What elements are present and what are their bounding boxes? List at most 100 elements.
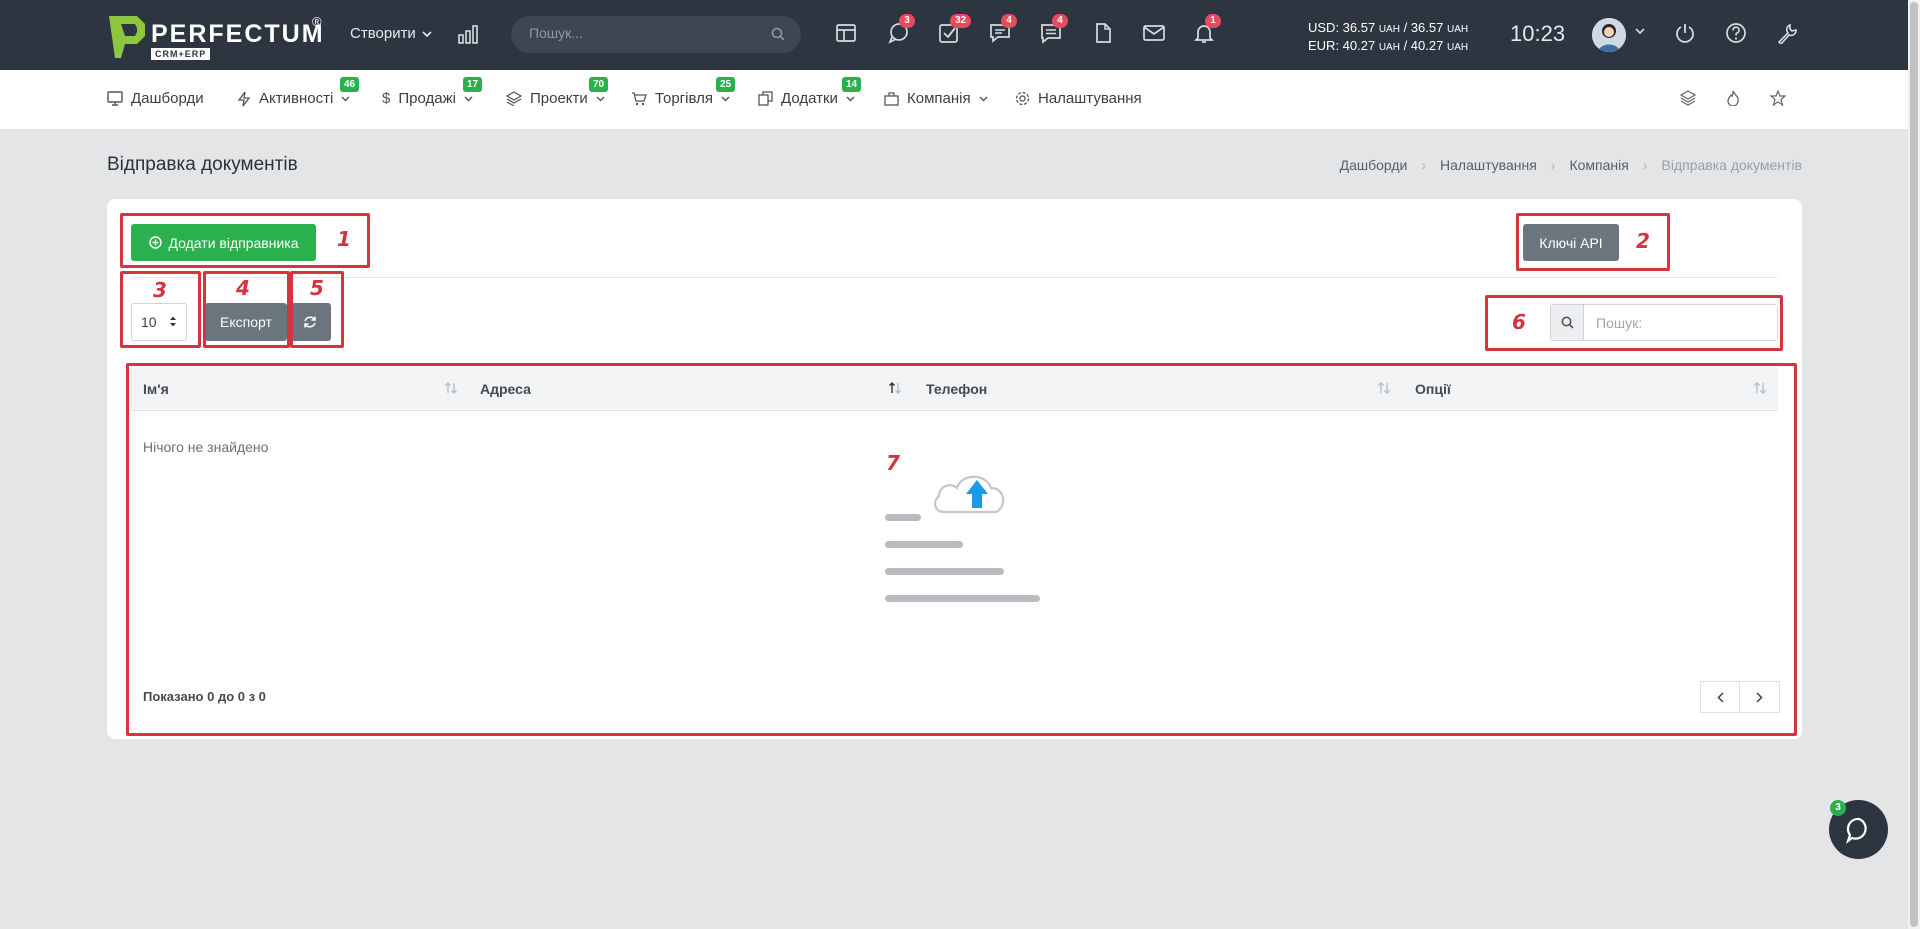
chevron-down-icon	[341, 96, 350, 101]
wrench-icon[interactable]	[1776, 22, 1802, 48]
page-scrollbar[interactable]	[1908, 0, 1920, 929]
avatar[interactable]	[1592, 18, 1626, 52]
content-card: Додати відправника Ключі API 10 Експорт …	[107, 199, 1802, 739]
breadcrumb-settings[interactable]: Налаштування	[1440, 157, 1537, 173]
breadcrumb-dashboards[interactable]: Дашборди	[1340, 157, 1408, 173]
breadcrumb: Дашборди › Налаштування › Компанія › Від…	[1340, 157, 1802, 173]
api-keys-button[interactable]: Ключі API	[1523, 224, 1619, 261]
breadcrumb-separator: ›	[1421, 157, 1427, 173]
column-phone[interactable]: Телефон	[926, 381, 987, 397]
logo-subtitle: CRM+ERP	[151, 48, 211, 60]
avatar-chevron-icon[interactable]	[1635, 28, 1645, 34]
breadcrumb-company[interactable]: Компанія	[1569, 157, 1628, 173]
chevron-down-icon	[596, 96, 605, 101]
column-address[interactable]: Адреса	[480, 381, 531, 397]
page-title: Відправка документів	[107, 154, 298, 175]
plus-circle-icon	[148, 236, 162, 249]
messages-badge: 4	[1001, 14, 1017, 28]
sort-arrows-icon	[170, 316, 176, 327]
sort-asc-icon[interactable]	[888, 382, 902, 394]
breadcrumb-current: Відправка документів	[1661, 157, 1803, 173]
prev-page-button[interactable]	[1700, 681, 1740, 713]
logo-registered: ®	[312, 14, 322, 29]
star-icon[interactable]	[1770, 90, 1786, 106]
nav-badge-sales: 17	[463, 77, 483, 92]
refresh-icon	[304, 316, 316, 328]
nav-badge-trade: 25	[716, 77, 736, 92]
nav-item-projects[interactable]: Проекти 70	[506, 77, 609, 107]
comments-icon[interactable]: 4	[1040, 14, 1068, 48]
annotation-number-2: 2	[1636, 229, 1650, 253]
sort-icon[interactable]	[1377, 382, 1391, 394]
nav-item-company[interactable]: Компанія	[884, 90, 988, 107]
layers-icon	[506, 91, 522, 106]
cloud-upload-icon	[885, 475, 1040, 602]
column-options[interactable]: Опції	[1415, 381, 1451, 397]
nav-item-settings[interactable]: Налаштування	[1015, 90, 1142, 107]
clock: 10:23	[1510, 21, 1566, 46]
nav-item-activities[interactable]: Активності 46	[237, 77, 360, 107]
chat-widget-badge: 3	[1830, 800, 1846, 816]
annotation-number-4: 4	[236, 276, 250, 300]
nav-item-sales[interactable]: $ Продажі 17	[382, 77, 483, 107]
nav-item-addons[interactable]: Додатки 14	[758, 77, 862, 107]
next-page-button[interactable]	[1740, 681, 1780, 713]
eur-currency-2: UAH	[1446, 42, 1469, 53]
chat-bubble-icon[interactable]: 3	[887, 14, 915, 48]
layers-icon[interactable]	[1680, 90, 1696, 106]
tasks-icon[interactable]: 32	[938, 14, 972, 48]
nav-item-dashboards[interactable]: Дашборди	[107, 90, 204, 107]
nav-label-settings: Налаштування	[1038, 90, 1142, 107]
table-icon[interactable]	[835, 22, 861, 48]
annotation-number-6: 6	[1512, 310, 1526, 334]
bar-chart-icon[interactable]	[458, 24, 480, 44]
usd-rate-2: 36.57	[1410, 20, 1444, 35]
sort-icon[interactable]	[1753, 382, 1767, 394]
chat-icon	[1845, 817, 1867, 844]
usd-rate: USD: 36.57	[1308, 20, 1376, 35]
table-search	[1550, 304, 1778, 341]
nav-label-projects: Проекти	[530, 90, 588, 107]
user-avatar-icon	[1592, 18, 1626, 52]
eur-currency: UAH	[1378, 42, 1400, 53]
table-search-input[interactable]	[1584, 305, 1777, 340]
logo-mark-icon	[109, 16, 145, 58]
cart-icon	[632, 92, 647, 106]
mail-icon[interactable]	[1142, 22, 1168, 48]
copy-icon	[758, 91, 773, 106]
divider	[131, 277, 1778, 278]
fire-icon[interactable]	[1726, 90, 1740, 106]
nav-item-trade[interactable]: Торгівля 25	[631, 77, 736, 107]
usd-rate-line: USD: 36.57 UAH / 36.57 UAH	[1308, 20, 1469, 35]
briefcase-icon	[884, 91, 899, 106]
annotation-number-7: 7	[886, 451, 900, 475]
chevron-right-icon	[1756, 691, 1763, 703]
create-label: Створити	[350, 25, 416, 42]
nav-label-company: Компанія	[907, 90, 971, 107]
global-search-input[interactable]	[529, 25, 759, 41]
global-search[interactable]	[511, 16, 801, 53]
annotation-number-5: 5	[310, 276, 324, 300]
refresh-button[interactable]	[289, 303, 331, 341]
page-size-select[interactable]: 10	[131, 303, 187, 341]
create-dropdown[interactable]: Створити	[350, 25, 432, 42]
power-icon[interactable]	[1674, 22, 1700, 48]
chevron-left-icon	[1716, 691, 1724, 703]
nav-badge-activities: 46	[340, 77, 360, 92]
scrollbar-thumb[interactable]	[1910, 2, 1918, 927]
add-sender-label: Додати відправника	[168, 234, 299, 251]
nav-badge-addons: 14	[842, 77, 862, 92]
help-icon[interactable]	[1725, 22, 1751, 48]
export-button[interactable]: Експорт	[205, 303, 287, 341]
nav-label-sales: Продажі	[398, 90, 456, 107]
monitor-icon	[107, 91, 123, 106]
column-name[interactable]: Ім'я	[143, 381, 169, 397]
top-header: PERFECTUM ® CRM+ERP Створити 3 32 4 4	[0, 0, 1908, 70]
messages-icon[interactable]: 4	[989, 14, 1017, 48]
logo[interactable]: PERFECTUM ® CRM+ERP	[107, 14, 327, 60]
add-sender-button[interactable]: Додати відправника	[131, 224, 316, 261]
bell-icon[interactable]: 1	[1193, 14, 1221, 48]
chat-badge: 3	[899, 14, 915, 28]
sort-icon[interactable]	[444, 382, 458, 394]
document-icon[interactable]	[1092, 22, 1118, 48]
